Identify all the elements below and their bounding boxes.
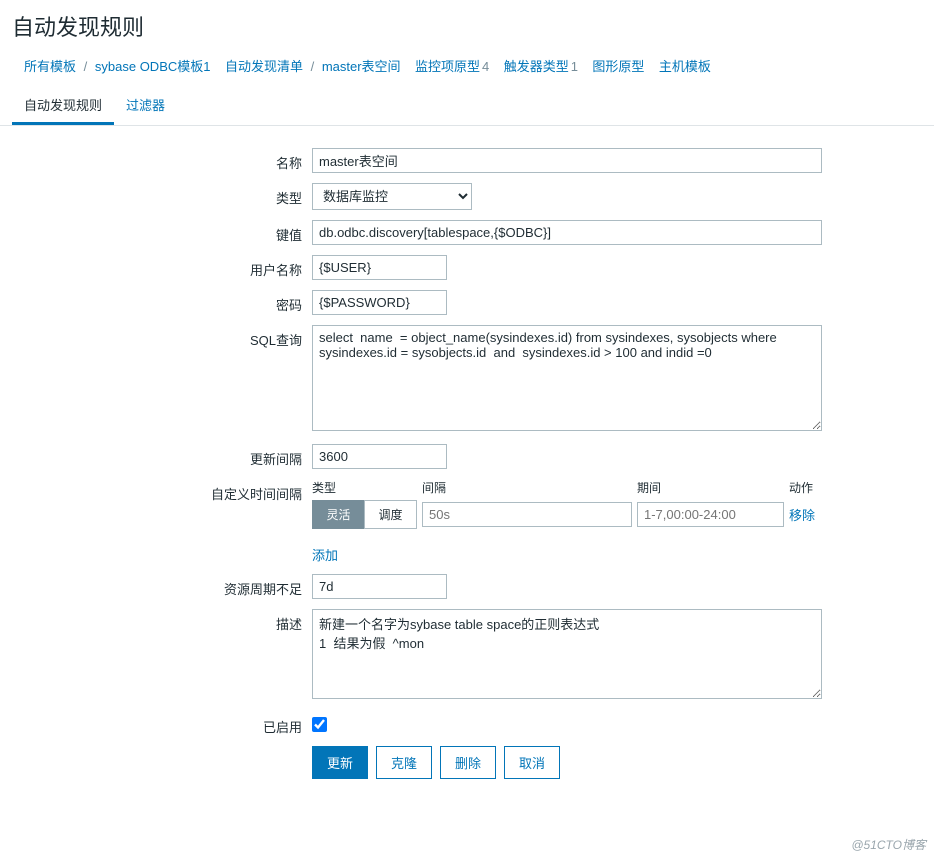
type-select[interactable]: 数据库监控 xyxy=(312,183,472,210)
update-button[interactable]: 更新 xyxy=(312,746,368,779)
label-keep-lost: 资源周期不足 xyxy=(12,574,312,598)
header-action: 动作 xyxy=(789,479,822,496)
interval-delay-input[interactable] xyxy=(422,502,632,527)
label-type: 类型 xyxy=(12,183,312,207)
label-custom-intervals: 自定义时间间隔 xyxy=(12,479,312,503)
label-description: 描述 xyxy=(12,609,312,633)
header-interval: 间隔 xyxy=(422,479,637,496)
label-sql: SQL查询 xyxy=(12,325,312,349)
custom-intervals-table: 类型 间隔 期间 动作 灵活 调度 移除 添加 xyxy=(312,479,822,564)
breadcrumb-item-prototypes[interactable]: 监控项原型 xyxy=(415,59,480,74)
label-user: 用户名称 xyxy=(12,255,312,279)
header-type: 类型 xyxy=(312,479,422,496)
name-input[interactable] xyxy=(312,148,822,173)
enabled-checkbox[interactable] xyxy=(312,717,327,732)
label-update-interval: 更新间隔 xyxy=(12,444,312,468)
label-enabled: 已启用 xyxy=(12,712,312,736)
user-input[interactable] xyxy=(312,255,447,280)
tab-filters[interactable]: 过滤器 xyxy=(114,87,177,125)
sql-textarea[interactable]: select name = object_name(sysindexes.id)… xyxy=(312,325,822,431)
label-password: 密码 xyxy=(12,290,312,314)
breadcrumb-current[interactable]: master表空间 xyxy=(322,59,401,74)
breadcrumb-host-templates[interactable]: 主机模板 xyxy=(659,59,711,74)
watermark: @51CTO博客 xyxy=(851,836,926,853)
seg-flexible[interactable]: 灵活 xyxy=(312,500,364,529)
password-input[interactable] xyxy=(312,290,447,315)
label-name: 名称 xyxy=(12,148,312,172)
count: 4 xyxy=(482,59,489,74)
breadcrumb-discovery-list[interactable]: 自动发现清单 xyxy=(225,59,303,74)
description-textarea[interactable]: 新建一个名字为sybase table space的正则表达式 1 结果为假 ^… xyxy=(312,609,822,699)
remove-interval-link[interactable]: 移除 xyxy=(789,505,815,524)
keep-lost-input[interactable] xyxy=(312,574,447,599)
breadcrumb: 所有模板 / sybase ODBC模板1 自动发现清单 / master表空间… xyxy=(0,56,934,87)
tabs: 自动发现规则 过滤器 xyxy=(0,87,934,126)
label-key: 键值 xyxy=(12,220,312,244)
add-interval-link[interactable]: 添加 xyxy=(312,545,338,564)
key-input[interactable] xyxy=(312,220,822,245)
interval-type-segment: 灵活 调度 xyxy=(312,500,417,529)
breadcrumb-sep: / xyxy=(84,59,88,74)
form: 名称 类型 数据库监控 键值 用户名称 密码 SQL查询 select name… xyxy=(0,126,934,801)
breadcrumb-trigger-prototypes[interactable]: 触发器类型 xyxy=(504,59,569,74)
breadcrumb-template[interactable]: sybase ODBC模板1 xyxy=(95,59,211,74)
tab-discovery-rule[interactable]: 自动发现规则 xyxy=(12,87,114,125)
delete-button[interactable]: 删除 xyxy=(440,746,496,779)
breadcrumb-graph-prototypes[interactable]: 图形原型 xyxy=(592,59,644,74)
header-period: 期间 xyxy=(637,479,789,496)
count: 1 xyxy=(571,59,578,74)
interval-period-input[interactable] xyxy=(637,502,784,527)
clone-button[interactable]: 克隆 xyxy=(376,746,432,779)
cancel-button[interactable]: 取消 xyxy=(504,746,560,779)
breadcrumb-all-templates[interactable]: 所有模板 xyxy=(24,59,76,74)
update-interval-input[interactable] xyxy=(312,444,447,469)
page-title: 自动发现规则 xyxy=(0,0,934,56)
seg-scheduling[interactable]: 调度 xyxy=(364,500,417,529)
breadcrumb-sep: / xyxy=(311,59,315,74)
